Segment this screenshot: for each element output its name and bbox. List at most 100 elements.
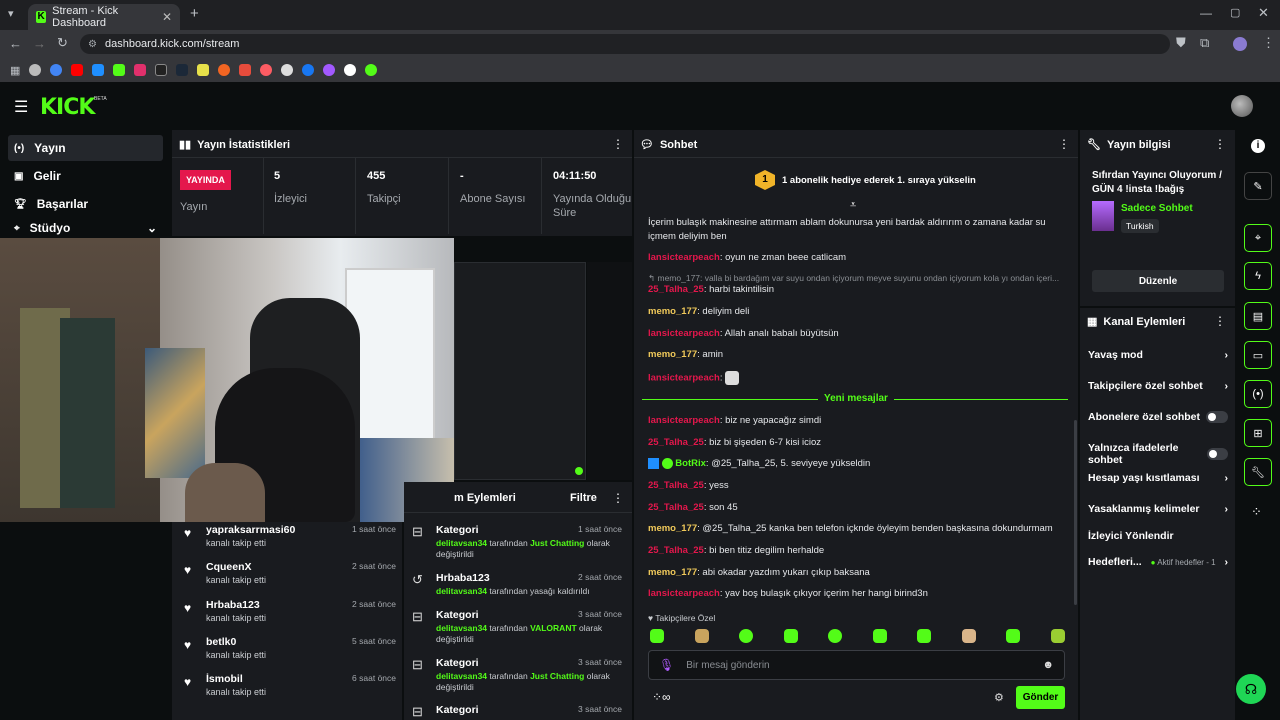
edit-button[interactable]: Düzenle xyxy=(1092,270,1224,292)
emote-icon[interactable] xyxy=(694,629,709,643)
layout-icon[interactable]: ⊞ xyxy=(1244,419,1272,447)
account-age-item[interactable]: Hesap yaşı kısıtlaması › xyxy=(1088,472,1228,484)
bookmark-facebook-icon[interactable] xyxy=(302,64,315,76)
emote-icon[interactable] xyxy=(1006,629,1021,643)
mod-category[interactable]: Just Chatting xyxy=(530,538,584,548)
moderation-more-icon[interactable]: ⋮ xyxy=(612,491,624,505)
emote-icon[interactable] xyxy=(650,629,664,643)
category-name[interactable]: Sadece Sohbet xyxy=(1121,203,1193,214)
chat-popout-icon[interactable]: ▭ xyxy=(1244,341,1272,369)
new-tab-icon[interactable]: + xyxy=(190,5,199,22)
mod-user[interactable]: delitavsan34 xyxy=(436,671,487,681)
tab-search-icon[interactable]: ▾ xyxy=(8,7,14,20)
profile-icon[interactable] xyxy=(1233,37,1247,51)
bookmark-pocket-icon[interactable] xyxy=(239,64,252,76)
emote-icon[interactable] xyxy=(917,629,932,643)
bookmark-apple-icon[interactable] xyxy=(29,64,42,76)
edit-pencil-icon[interactable]: ✎ xyxy=(1244,172,1272,200)
reply-preview[interactable]: ↰ memo_177: valla bi bardağım var suyu o… xyxy=(648,272,1068,284)
bookmark-white-icon[interactable] xyxy=(281,64,294,76)
list-item[interactable]: ♥ İsmobil kanalı takip etti 6 saat önce xyxy=(184,673,396,709)
bookmark-pink-icon[interactable] xyxy=(260,64,273,76)
bookmark-kick-icon[interactable] xyxy=(113,64,126,76)
chat-username[interactable]: memo_177 xyxy=(648,349,697,360)
mod-category[interactable]: Just Chatting xyxy=(530,671,584,681)
more-actions-icon[interactable]: ⁘ xyxy=(1251,504,1262,520)
browser-tab[interactable]: K Stream - Kick Dashboard ✕ xyxy=(28,4,180,30)
mod-user[interactable]: delitavsan34 xyxy=(436,538,487,548)
bookmark-chrome-icon[interactable] xyxy=(50,64,63,76)
list-item[interactable]: ♥ yapraksarrmasi60 kanalı takip etti 1 s… xyxy=(184,524,396,560)
emote-icon[interactable] xyxy=(1050,629,1065,643)
mod-user[interactable]: delitavsan34 xyxy=(436,586,487,596)
minimize-icon[interactable]: — xyxy=(1200,6,1212,20)
chat-username[interactable]: memo_177 xyxy=(648,306,697,317)
hamburger-menu-icon[interactable]: ☰ xyxy=(14,97,28,117)
info-icon[interactable]: i xyxy=(1251,139,1265,153)
chat-more-icon[interactable]: ⋮ xyxy=(1058,137,1070,151)
bookmark-instagram-icon[interactable] xyxy=(134,64,147,76)
bookmark-messenger-icon[interactable] xyxy=(323,64,336,76)
extension-shield-icon[interactable]: ⛊ xyxy=(1176,35,1186,51)
emote-icon[interactable] xyxy=(739,629,754,643)
bookmark-diamond-icon[interactable] xyxy=(344,64,357,76)
browser-menu-icon[interactable]: ⋮ xyxy=(1262,35,1275,51)
mod-user[interactable]: delitavsan34 xyxy=(436,623,487,633)
chat-username[interactable]: 25_Talha_25 xyxy=(648,502,704,513)
kick-points-icon[interactable]: ⁘∞ xyxy=(652,690,671,704)
site-info-icon[interactable]: ⚙ xyxy=(88,39,97,50)
chat-username[interactable]: lansictearpeach xyxy=(648,373,720,384)
emotes-only-toggle[interactable] xyxy=(1207,448,1228,460)
reload-icon[interactable]: ↻ xyxy=(57,35,68,51)
notes-icon[interactable]: ▤ xyxy=(1244,302,1272,330)
chat-username[interactable]: lansictearpeach xyxy=(648,588,720,599)
chat-username[interactable]: lansictearpeach xyxy=(648,415,720,426)
goals-item[interactable]: Hedefleri... ● Aktif hedefler - 1 › xyxy=(1088,556,1228,568)
sidebar-item-yayin[interactable]: (•) Yayın xyxy=(8,135,163,161)
support-headset-icon[interactable]: ☊ xyxy=(1236,674,1266,704)
emote-icon[interactable] xyxy=(783,629,798,643)
wrench-rail-icon[interactable]: 🔧︎ xyxy=(1244,458,1272,486)
list-item[interactable]: ♥ CqueenX kanalı takip etti 2 saat önce xyxy=(184,561,396,597)
forward-icon[interactable]: → xyxy=(33,36,46,51)
bookmark-green-icon[interactable] xyxy=(365,64,378,76)
send-button[interactable]: Gönder xyxy=(1016,686,1065,709)
chat-username[interactable]: 25_Talha_25 xyxy=(648,437,704,448)
chat-username[interactable]: 25_Talha_25 xyxy=(648,545,704,556)
subs-only-toggle[interactable] xyxy=(1206,411,1228,423)
chat-username[interactable]: 25_Talha_25 xyxy=(648,480,704,491)
bookmark-chatgpt-icon[interactable] xyxy=(155,64,168,76)
host-item[interactable]: İzleyici Yönlendir xyxy=(1088,530,1228,542)
microphone-icon[interactable]: 🎙︎ xyxy=(659,658,674,672)
maximize-icon[interactable]: ▢ xyxy=(1230,6,1240,19)
chat-scrollbar[interactable] xyxy=(1074,420,1077,605)
chat-settings-icon[interactable]: ⚙ xyxy=(994,691,1004,704)
list-item[interactable]: ♥ betlk0 kanalı takip etti 5 saat önce xyxy=(184,636,396,672)
bookmark-s-icon[interactable] xyxy=(197,64,210,76)
mod-category[interactable]: VALORANT xyxy=(530,623,577,633)
bookmark-steam-icon[interactable] xyxy=(176,64,189,76)
gift-leaderboard-text[interactable]: 1 abonelik hediye ederek 1. sıraya yükse… xyxy=(782,175,976,186)
chat-username[interactable]: lansictearpeach xyxy=(648,328,720,339)
emote-icon[interactable] xyxy=(961,629,976,643)
user-avatar[interactable] xyxy=(1231,95,1253,117)
slow-mode-item[interactable]: Yavaş mod › xyxy=(1088,349,1228,361)
sidebar-item-gelir[interactable]: ▣ Gelir xyxy=(8,163,163,189)
bookmark-twitch-icon[interactable] xyxy=(92,64,105,76)
list-item[interactable]: ♥ Hrbaba123 kanalı takip etti 2 saat önc… xyxy=(184,599,396,635)
chat-username[interactable]: 25_Talha_25 xyxy=(648,284,704,295)
sidebar-item-basarilar[interactable]: 🏆︎ Başarılar xyxy=(8,191,163,217)
followers-only-item[interactable]: Takipçilere özel sohbet › xyxy=(1088,380,1228,392)
chat-username[interactable]: lansictearpeach xyxy=(648,252,720,263)
back-icon[interactable]: ← xyxy=(9,36,22,51)
bookmark-youtube-icon[interactable] xyxy=(71,64,84,76)
chat-input[interactable]: 🎙︎ Bir mesaj gönderin ☻ xyxy=(648,650,1065,680)
lightning-icon[interactable]: ϟ xyxy=(1244,262,1272,290)
pinned-collapse-icon[interactable]: ⩡ xyxy=(850,199,856,212)
url-field[interactable]: ⚙ dashboard.kick.com/stream xyxy=(80,34,1170,54)
channel-actions-more-icon[interactable]: ⋮ xyxy=(1214,314,1226,328)
stats-more-icon[interactable]: ⋮ xyxy=(612,137,624,151)
clip-icon[interactable]: ⌖ xyxy=(1244,224,1272,252)
emoji-icon[interactable]: ☻ xyxy=(1042,659,1054,671)
banned-words-item[interactable]: Yasaklanmış kelimeler › xyxy=(1088,503,1228,515)
